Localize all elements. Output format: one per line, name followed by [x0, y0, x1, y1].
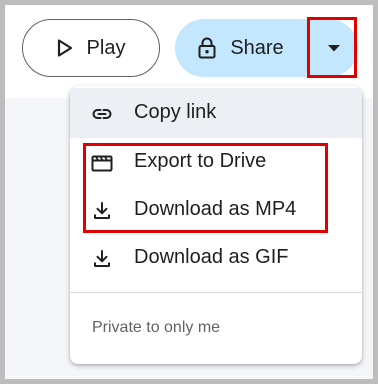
privacy-status: Private to only me	[92, 319, 221, 336]
menu-divider	[70, 292, 362, 293]
play-label: Play	[86, 36, 126, 59]
highlight-box-dropdown	[307, 17, 357, 78]
link-icon	[92, 109, 112, 119]
menu-item-copy-link[interactable]: Copy link	[70, 88, 362, 138]
share-label: Share	[230, 36, 284, 59]
highlight-box-export-download	[83, 143, 328, 233]
play-icon	[57, 39, 72, 57]
play-button[interactable]: Play	[22, 19, 160, 77]
menu-item-download-gif[interactable]: Download as GIF	[70, 233, 362, 281]
share-button[interactable]: Share	[175, 19, 307, 77]
menu-item-label: Download as GIF	[134, 246, 289, 268]
download-icon	[94, 250, 110, 267]
lock-icon	[198, 37, 216, 59]
menu-item-label: Copy link	[134, 101, 217, 123]
